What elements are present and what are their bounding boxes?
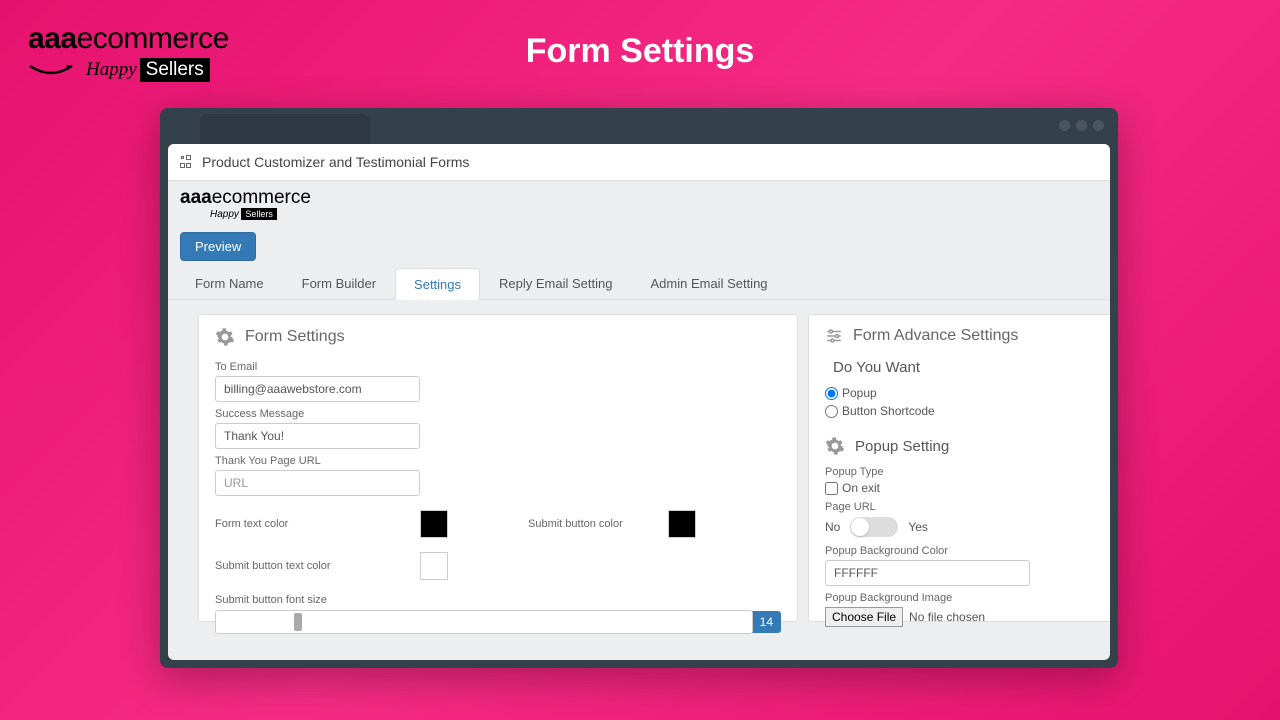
slider-handle[interactable] — [294, 613, 302, 631]
radio-popup-label: Popup — [842, 386, 877, 400]
logo-sellers: Sellers — [241, 208, 277, 220]
window-tab-bar — [160, 108, 1118, 144]
page-url-toggle[interactable] — [850, 517, 898, 537]
tab-reply-email[interactable]: Reply Email Setting — [480, 267, 631, 299]
tab-form-builder[interactable]: Form Builder — [283, 267, 395, 299]
slider-track[interactable] — [215, 610, 753, 634]
toggle-yes-label: Yes — [908, 520, 928, 534]
success-message-label: Success Message — [215, 408, 781, 420]
success-message-input[interactable] — [215, 423, 420, 449]
page-url-label: Page URL — [825, 501, 1094, 513]
tab-bar: Form Name Form Builder Settings Reply Em… — [168, 267, 1110, 300]
option-shortcode[interactable]: Button Shortcode — [825, 404, 1094, 418]
app-window: Product Customizer and Testimonial Forms… — [160, 108, 1118, 668]
window-dot[interactable] — [1093, 120, 1104, 131]
option-popup[interactable]: Popup — [825, 386, 1094, 400]
font-size-slider: 14 — [215, 610, 781, 634]
logo-ecommerce: ecommerce — [77, 22, 229, 55]
submit-text-color-swatch[interactable] — [420, 552, 448, 580]
on-exit-label: On exit — [842, 481, 880, 495]
submit-button-color-label: Submit button color — [528, 518, 668, 530]
brand-logo-inner: aaaecommerce Happy Sellers — [168, 181, 1110, 224]
panel-heading: Form Settings — [215, 327, 781, 347]
file-status: No file chosen — [909, 610, 985, 624]
logo-happy: Happy — [210, 209, 239, 220]
bg-color-input[interactable] — [825, 560, 1030, 586]
on-exit-checkbox[interactable] — [825, 482, 838, 495]
logo-aaa: aaa — [180, 187, 212, 208]
to-email-label: To Email — [215, 361, 781, 373]
tab-settings[interactable]: Settings — [395, 268, 480, 300]
smile-icon — [28, 64, 74, 76]
window-controls — [1059, 120, 1104, 131]
logo-ecommerce: ecommerce — [212, 187, 311, 208]
radio-shortcode[interactable] — [825, 405, 838, 418]
logo-aaa: aaa — [28, 22, 77, 55]
tab-admin-email[interactable]: Admin Email Setting — [631, 267, 786, 299]
brand-logo-outer: aaaecommerce Happy Sellers — [28, 22, 229, 82]
advance-settings-panel: Form Advance Settings Do You Want Popup … — [808, 314, 1110, 622]
gear-icon — [825, 436, 845, 456]
radio-shortcode-label: Button Shortcode — [842, 404, 935, 418]
toolbar: Preview — [168, 224, 1110, 267]
page-title: Form Settings — [526, 32, 755, 71]
font-size-label: Submit button font size — [215, 594, 781, 606]
file-input-row: Choose File No file chosen — [825, 607, 1094, 627]
app-body: Product Customizer and Testimonial Forms… — [168, 144, 1110, 660]
form-text-color-swatch[interactable] — [420, 510, 448, 538]
thank-you-url-input[interactable] — [215, 470, 420, 496]
slider-value: 14 — [752, 611, 781, 633]
window-dot[interactable] — [1059, 120, 1070, 131]
bg-color-label: Popup Background Color — [825, 545, 1094, 557]
toggle-knob — [851, 518, 869, 536]
bg-image-label: Popup Background Image — [825, 592, 1094, 604]
to-email-input[interactable] — [215, 376, 420, 402]
submit-button-color-swatch[interactable] — [668, 510, 696, 538]
preview-button[interactable]: Preview — [180, 232, 256, 261]
page-url-toggle-row: No Yes — [825, 517, 1094, 537]
sliders-icon — [825, 327, 843, 345]
panel-title: Form Advance Settings — [853, 327, 1018, 345]
thank-you-url-label: Thank You Page URL — [215, 455, 781, 467]
radio-popup[interactable] — [825, 387, 838, 400]
window-dot[interactable] — [1076, 120, 1087, 131]
popup-setting-title: Popup Setting — [855, 438, 949, 455]
form-text-color-label: Form text color — [215, 518, 420, 530]
logo-happy: Happy — [86, 59, 137, 81]
breadcrumb: Product Customizer and Testimonial Forms — [168, 144, 1110, 181]
gear-icon — [215, 327, 235, 347]
logo-sellers: Sellers — [140, 58, 210, 82]
toggle-no-label: No — [825, 520, 840, 534]
panel-title: Form Settings — [245, 328, 345, 346]
breadcrumb-text: Product Customizer and Testimonial Forms — [202, 154, 469, 170]
popup-setting-heading: Popup Setting — [825, 436, 1094, 456]
form-settings-panel: Form Settings To Email Success Message T… — [198, 314, 798, 622]
choose-file-button[interactable]: Choose File — [825, 607, 903, 627]
window-tab[interactable] — [200, 114, 370, 144]
submit-text-color-label: Submit button text color — [215, 560, 420, 572]
content-area: Form Settings To Email Success Message T… — [168, 300, 1110, 636]
tab-form-name[interactable]: Form Name — [176, 267, 283, 299]
on-exit-option[interactable]: On exit — [825, 481, 1094, 495]
do-you-want-heading: Do You Want — [833, 359, 1094, 376]
popup-type-label: Popup Type — [825, 466, 1094, 478]
grid-icon — [180, 155, 194, 169]
panel-heading: Form Advance Settings — [825, 327, 1094, 345]
